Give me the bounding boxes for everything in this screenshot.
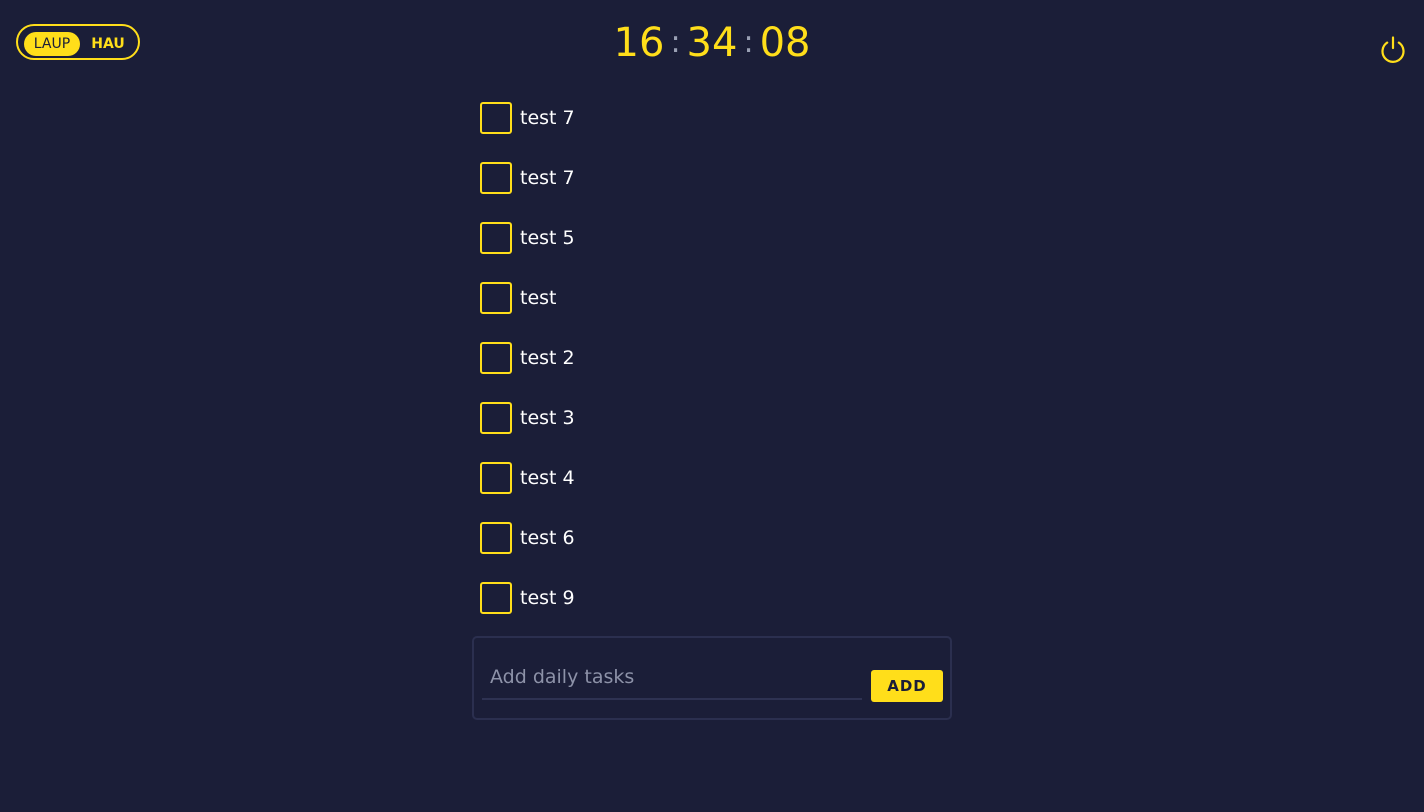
task-checkbox[interactable]: [480, 282, 512, 314]
task-label: test: [520, 287, 557, 309]
task-checkbox[interactable]: [480, 102, 512, 134]
task-label: test 5: [520, 227, 575, 249]
task-item: test 5: [480, 222, 940, 282]
task-label: test 4: [520, 467, 575, 489]
task-item: test: [480, 282, 940, 342]
clock: 16:34:08: [0, 18, 1424, 68]
add-task-form: ADD: [472, 636, 952, 720]
task-label: test 3: [520, 407, 575, 429]
clock-separator: :: [743, 25, 754, 60]
clock-separator: :: [670, 25, 681, 60]
task-checkbox[interactable]: [480, 162, 512, 194]
task-checkbox[interactable]: [480, 402, 512, 434]
task-checkbox[interactable]: [480, 222, 512, 254]
clock-seconds: 08: [759, 20, 811, 66]
task-checkbox[interactable]: [480, 522, 512, 554]
task-label: test 6: [520, 527, 575, 549]
task-label: test 7: [520, 167, 575, 189]
task-label: test 9: [520, 587, 575, 609]
task-checkbox[interactable]: [480, 462, 512, 494]
power-button[interactable]: [1378, 34, 1408, 64]
clock-minutes: 34: [686, 20, 738, 66]
task-checkbox[interactable]: [480, 582, 512, 614]
task-checkbox[interactable]: [480, 342, 512, 374]
task-label: test 2: [520, 347, 575, 369]
task-label: test 7: [520, 107, 575, 129]
add-task-input[interactable]: [482, 656, 862, 700]
task-item: test 9: [480, 582, 940, 642]
task-item: test 2: [480, 342, 940, 402]
task-list: test 7 test 7 test 5 test test 2 test 3 …: [480, 102, 940, 642]
daily-tasks-page: LAUP HAU 16:34:08 test 7 test 7 test 5 t…: [0, 0, 1424, 812]
add-button[interactable]: ADD: [871, 670, 943, 702]
task-item: test 7: [480, 102, 940, 162]
task-item: test 6: [480, 522, 940, 582]
task-item: test 3: [480, 402, 940, 462]
task-item: test 4: [480, 462, 940, 522]
power-icon: [1381, 36, 1405, 63]
task-item: test 7: [480, 162, 940, 222]
clock-hours: 16: [613, 20, 665, 66]
